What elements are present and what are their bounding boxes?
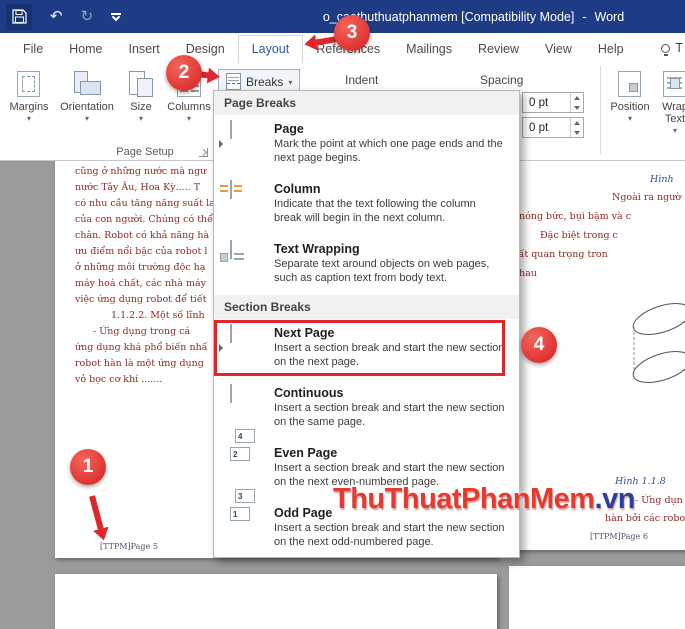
annotation-circle-2: 2	[166, 55, 202, 91]
tab-home[interactable]: Home	[56, 36, 115, 63]
page-5-footer: [TTPM]Page 5	[100, 542, 158, 551]
position-icon	[615, 69, 645, 99]
highlight-rectangle	[214, 320, 505, 376]
page-breaks-header: Page Breaks	[214, 91, 519, 115]
margins-icon	[14, 69, 44, 99]
chevron-down-icon: ▾	[138, 114, 143, 123]
customize-quick-access-icon[interactable]	[111, 12, 122, 22]
annotation-circle-3: 3	[334, 15, 370, 51]
menu-item-page[interactable]: Page Mark the point at which one page en…	[214, 115, 519, 175]
text-wrapping-icon	[220, 240, 264, 262]
text-line: Đặc biệt trong c	[540, 230, 618, 241]
chevron-down-icon: ▾	[84, 114, 89, 123]
chevron-down-icon: ▾	[672, 126, 677, 135]
redo-icon[interactable]: ↻	[81, 9, 94, 24]
orientation-icon	[72, 69, 102, 99]
text-line: rất quan trọng tron	[514, 249, 608, 260]
page-break-icon	[226, 73, 241, 90]
text-line: - Ứng dụn	[635, 495, 683, 506]
text-line: Ngoài ra ngườ	[612, 192, 682, 203]
continuous-break-icon	[230, 384, 264, 403]
tab-layout[interactable]: Layout	[237, 35, 304, 63]
wrap-text-button[interactable]: Wrap Text ▾	[655, 65, 685, 135]
spacing-label: Spacing	[480, 73, 524, 87]
window-title: o_caothuthuatphanmem [Compatibility Mode…	[322, 9, 625, 24]
section-breaks-header: Section Breaks	[214, 295, 519, 319]
quick-access-toolbar: ↶ ↻	[6, 0, 122, 33]
menu-item-column[interactable]: Column Indicate that the text following …	[214, 175, 519, 235]
text-line: nóng bức, bụi bặm và c	[519, 211, 632, 222]
column-break-icon	[220, 180, 264, 199]
wrap-text-icon	[660, 69, 685, 99]
lightbulb-icon	[661, 43, 671, 56]
annotation-circle-1: 1	[70, 449, 106, 485]
tab-review[interactable]: Review	[465, 36, 532, 63]
spinner-down-icon[interactable]	[571, 128, 583, 138]
margins-button[interactable]: Margins ▾	[4, 65, 54, 153]
chevron-down-icon: ▾	[288, 77, 293, 87]
dialog-launcher-icon[interactable]	[199, 148, 208, 157]
next-page-top-right[interactable]	[509, 566, 685, 629]
tab-file[interactable]: File	[10, 36, 56, 63]
figure-drawing	[632, 303, 685, 383]
save-icon[interactable]	[6, 3, 32, 30]
chevron-down-icon: ▾	[186, 114, 191, 123]
default-marker-icon	[219, 140, 223, 148]
tell-me-button[interactable]: T	[661, 33, 685, 63]
chevron-down-icon: ▾	[627, 114, 632, 123]
spacing-before-input[interactable]: 0 pt	[522, 92, 584, 113]
page-6-footer: [TTPM]Page 6	[590, 532, 648, 541]
position-button[interactable]: Position ▾	[606, 65, 654, 123]
chevron-down-icon: ▾	[26, 114, 31, 123]
spinner-up-icon[interactable]	[571, 118, 583, 128]
page-setup-group-label: Page Setup	[116, 146, 174, 158]
word-window: ↶ ↻ o_caothuthuatphanmem [Compatibility …	[0, 0, 685, 629]
annotation-circle-4: 4	[521, 327, 557, 363]
size-button[interactable]: Size ▾	[120, 65, 162, 153]
text-line: Hình	[650, 174, 674, 185]
watermark: ThuThuatPhanMem.vn	[333, 483, 635, 515]
spinner-down-icon[interactable]	[571, 103, 583, 113]
tab-view[interactable]: View	[532, 36, 585, 63]
undo-icon[interactable]: ↶	[50, 9, 63, 24]
menu-item-text-wrapping[interactable]: Text Wrapping Separate text around objec…	[214, 235, 519, 295]
menu-item-continuous[interactable]: Continuous Insert a section break and st…	[214, 379, 519, 439]
spacing-after-input[interactable]: 0 pt	[522, 117, 584, 138]
group-separator	[600, 66, 601, 154]
tab-help[interactable]: Help	[585, 36, 637, 63]
page-size-icon	[126, 69, 156, 99]
indent-label: Indent	[345, 73, 379, 87]
spinner-up-icon[interactable]	[571, 93, 583, 103]
tab-insert[interactable]: Insert	[116, 36, 173, 63]
app-name: Word	[594, 9, 625, 24]
orientation-button[interactable]: Orientation ▾	[54, 65, 120, 153]
tab-mailings[interactable]: Mailings	[393, 36, 465, 63]
page-break-icon	[230, 120, 264, 139]
next-page-top[interactable]	[55, 574, 497, 629]
